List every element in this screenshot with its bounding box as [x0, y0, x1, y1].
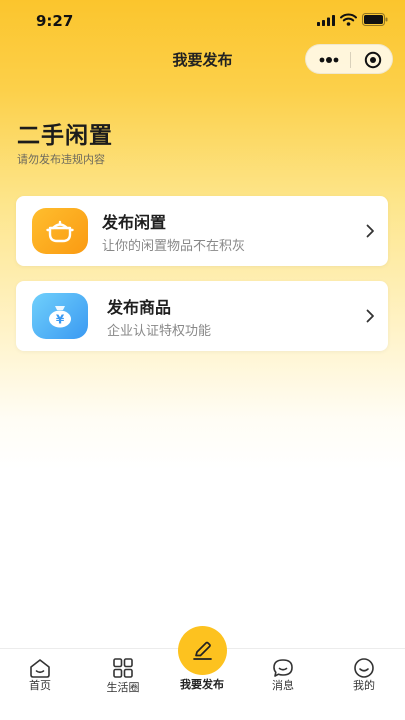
publish-button[interactable] — [178, 626, 227, 675]
publish-idle-card[interactable]: 发布闲置 让你的闲置物品不在积灰 — [16, 196, 388, 266]
capsule-divider — [350, 52, 351, 68]
svg-text:¥: ¥ — [56, 313, 65, 327]
miniprogram-capsule — [305, 44, 393, 74]
tab-mine[interactable]: 我的 — [324, 649, 404, 720]
publish-tab-label[interactable]: 我要发布 — [162, 676, 242, 692]
card-description: 企业认证特权功能 — [107, 324, 212, 339]
grid-icon — [113, 658, 133, 678]
card-icon-badge — [32, 208, 88, 254]
tab-messages[interactable]: 消息 — [243, 649, 323, 720]
tab-label: 我的 — [353, 679, 375, 692]
chat-icon — [273, 659, 293, 677]
pot-icon — [46, 220, 74, 243]
status-time: 9:27 — [36, 12, 74, 30]
card-title: 发布闲置 — [102, 213, 167, 232]
chevron-right-icon — [366, 224, 374, 238]
close-target-icon[interactable] — [364, 51, 382, 69]
publish-product-card[interactable]: ¥ 发布商品 企业认证特权功能 — [16, 281, 388, 351]
more-icon[interactable] — [318, 53, 340, 67]
card-title: 发布商品 — [107, 298, 172, 317]
tab-label: 消息 — [272, 679, 294, 692]
card-icon-badge: ¥ — [32, 293, 88, 339]
pencil-icon — [193, 641, 212, 660]
status-bar: 9:27 — [0, 0, 405, 44]
tab-home[interactable]: 首页 — [0, 649, 80, 720]
signal-icon — [317, 15, 335, 26]
card-description: 让你的闲置物品不在积灰 — [102, 239, 246, 254]
page-subtitle: 请勿发布违规内容 — [17, 153, 105, 166]
publish-screen: 9:27 我要发布 二手闲置 请勿发布违规内容 发布闲置 让你的闲置物品不在积灰… — [0, 0, 405, 720]
page-title: 二手闲置 — [17, 123, 113, 149]
tab-life-circle[interactable]: 生活圈 — [83, 649, 163, 720]
smile-icon — [354, 658, 374, 678]
tab-label: 生活圈 — [106, 681, 140, 694]
money-bag-icon: ¥ — [49, 306, 71, 328]
chevron-right-icon — [366, 309, 374, 323]
tab-label: 首页 — [29, 679, 51, 692]
wifi-icon — [340, 13, 357, 26]
battery-icon — [362, 13, 388, 26]
home-icon — [30, 659, 50, 678]
